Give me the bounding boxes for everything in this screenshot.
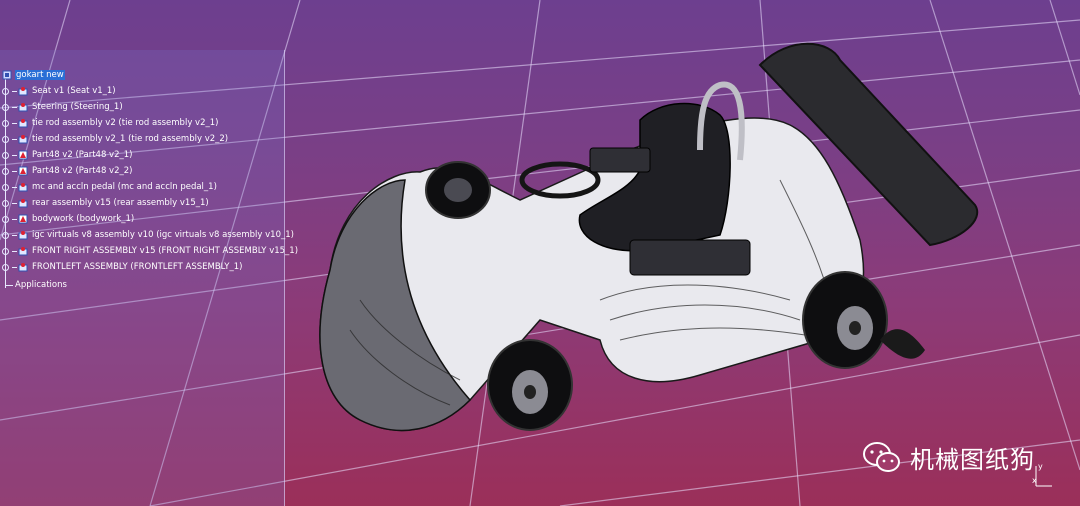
assembly-icon xyxy=(18,87,28,96)
assembly-icon xyxy=(18,183,28,192)
tree-item-label: mc and accln pedal (mc and accln pedal_1… xyxy=(32,182,217,192)
expand-icon[interactable] xyxy=(2,135,9,143)
assembly-icon xyxy=(18,103,28,112)
tree-item-label: Seat v1 (Seat v1_1) xyxy=(32,86,116,96)
tree-item-label: Part48 v2 (Part48 v2_1) xyxy=(32,150,133,160)
watermark: 机械图纸狗 xyxy=(862,440,1035,475)
tree-item-label: Applications xyxy=(15,280,67,290)
expand-icon[interactable] xyxy=(2,199,9,207)
assembly-icon xyxy=(18,263,28,272)
axis-x-label: x xyxy=(1032,476,1037,485)
assembly-icon xyxy=(18,231,28,240)
specification-tree[interactable]: gokart new Seat v1 (Seat v1_1) Steering … xyxy=(0,50,298,506)
tree-item[interactable]: FRONT RIGHT ASSEMBLY v15 (FRONT RIGHT AS… xyxy=(2,244,299,258)
wheel-front-left xyxy=(425,161,491,219)
axis-y-label: y xyxy=(1038,462,1043,471)
expand-icon[interactable] xyxy=(2,215,9,223)
assembly-icon xyxy=(18,199,28,208)
tree-connector xyxy=(12,186,17,188)
tree-item-label: FRONTLEFT ASSEMBLY (FRONTLEFT ASSEMBLY_1… xyxy=(32,262,243,272)
tree-connector xyxy=(12,234,17,236)
tree-connector xyxy=(12,138,17,140)
tree-item[interactable]: tie rod assembly v2_1 (tie rod assembly … xyxy=(2,132,229,146)
expand-icon[interactable] xyxy=(2,247,9,255)
assembly-icon xyxy=(18,119,28,128)
tree-connector xyxy=(12,106,17,108)
tree-connector xyxy=(12,250,17,252)
tree-item-label: Steering (Steering_1) xyxy=(32,102,123,112)
assembly-icon xyxy=(18,135,28,144)
tree-item-label: bodywork (bodywork_1) xyxy=(32,214,135,224)
rear-fender xyxy=(880,329,925,359)
tree-connector xyxy=(12,266,17,268)
expand-icon[interactable] xyxy=(2,103,9,111)
tree-connector xyxy=(12,90,17,92)
tree-item[interactable]: igc virtuals v8 assembly v10 (igc virtua… xyxy=(2,228,295,242)
expand-icon[interactable] xyxy=(2,87,9,95)
part-icon xyxy=(18,150,28,160)
tree-item[interactable]: mc and accln pedal (mc and accln pedal_1… xyxy=(2,180,218,194)
tree-item[interactable]: rear assembly v15 (rear assembly v15_1) xyxy=(2,196,210,210)
battery-tray xyxy=(629,239,751,276)
part-icon xyxy=(18,214,28,224)
expand-icon[interactable] xyxy=(2,151,9,159)
tree-item[interactable]: Part48 v2 (Part48 v2_1) xyxy=(2,148,133,162)
tree-item-applications[interactable]: Applications xyxy=(6,278,68,292)
tree-item-label: igc virtuals v8 assembly v10 (igc virtua… xyxy=(32,230,294,240)
wheel-rear-right xyxy=(802,271,888,369)
tree-item[interactable]: Steering (Steering_1) xyxy=(2,100,124,114)
expand-icon[interactable] xyxy=(2,167,9,175)
tree-connector xyxy=(12,170,17,172)
part-icon xyxy=(18,166,28,176)
product-icon xyxy=(2,70,12,80)
wheel-front-right xyxy=(487,339,573,431)
watermark-text: 机械图纸狗 xyxy=(910,446,1035,474)
tree-item-label: Part48 v2 (Part48 v2_2) xyxy=(32,166,133,176)
tree-root-label: gokart new xyxy=(15,70,65,80)
tree-item[interactable]: FRONTLEFT ASSEMBLY (FRONTLEFT ASSEMBLY_1… xyxy=(2,260,243,274)
tree-item-label: tie rod assembly v2 (tie rod assembly v2… xyxy=(32,118,219,128)
expand-icon[interactable] xyxy=(2,231,9,239)
compass-axis-icon: y x xyxy=(1028,462,1058,496)
electronics-box xyxy=(589,147,651,173)
tree-item[interactable]: Part48 v2 (Part48 v2_2) xyxy=(2,164,133,178)
expand-icon[interactable] xyxy=(2,119,9,127)
expand-icon[interactable] xyxy=(2,183,9,191)
wechat-icon xyxy=(863,441,900,472)
tree-item[interactable]: tie rod assembly v2 (tie rod assembly v2… xyxy=(2,116,219,130)
tree-item[interactable]: bodywork (bodywork_1) xyxy=(2,212,135,226)
tree-root-item[interactable]: gokart new xyxy=(2,68,65,82)
tree-connector xyxy=(12,154,17,156)
tree-connector xyxy=(12,202,17,204)
tree-item-label: FRONT RIGHT ASSEMBLY v15 (FRONT RIGHT AS… xyxy=(32,246,299,256)
tree-connector xyxy=(6,284,13,286)
tree-item-label: tie rod assembly v2_1 (tie rod assembly … xyxy=(32,134,229,144)
expand-icon[interactable] xyxy=(2,263,9,271)
assembly-icon xyxy=(18,247,28,256)
tree-item-label: rear assembly v15 (rear assembly v15_1) xyxy=(32,198,209,208)
tree-connector xyxy=(12,218,17,220)
tree-item[interactable]: Seat v1 (Seat v1_1) xyxy=(2,84,117,98)
tree-connector xyxy=(12,122,17,124)
